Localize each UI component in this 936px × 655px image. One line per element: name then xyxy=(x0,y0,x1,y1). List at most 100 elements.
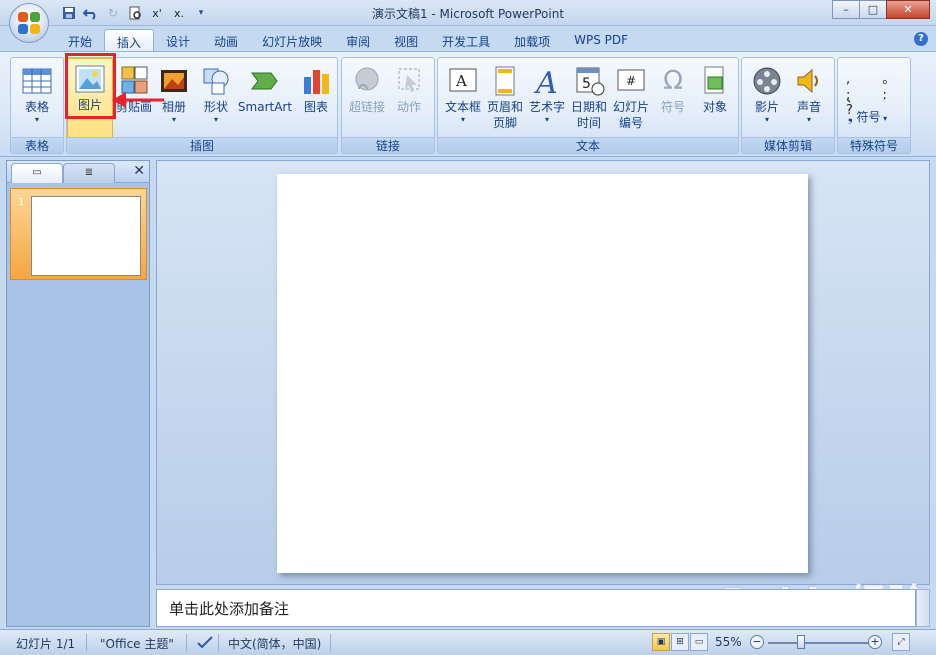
object-icon xyxy=(699,65,731,97)
chevron-down-icon: ▾ xyxy=(806,115,811,124)
tab-design[interactable]: 设计 xyxy=(154,29,202,52)
zoom-out-button[interactable]: − xyxy=(750,635,764,649)
group-label-text: 文本 xyxy=(438,137,738,153)
smartart-label: SmartArt xyxy=(237,100,293,114)
datetime-label-1: 日期和 xyxy=(570,100,607,114)
chevron-down-icon: ▾ xyxy=(171,115,176,124)
object-button[interactable]: 对象 xyxy=(692,61,738,137)
tab-developer[interactable]: 开发工具 xyxy=(430,29,502,52)
chart-button[interactable]: 图表 xyxy=(293,61,339,137)
group-special-symbols: , 。 、 ; : ? ❟ 符号 ▾ 特殊符号 xyxy=(837,57,911,154)
slideshow-view-button[interactable]: ▭ xyxy=(690,633,708,651)
omega-icon: Ω xyxy=(663,66,683,96)
header-footer-label-1: 页眉和 xyxy=(486,100,523,114)
office-logo-icon xyxy=(18,12,40,34)
table-icon xyxy=(21,65,53,97)
header-footer-button[interactable]: 页眉和 页脚 xyxy=(482,61,528,137)
window-title: 演示文稿1 - Microsoft PowerPoint xyxy=(371,7,565,21)
group-label-media: 媒体剪辑 xyxy=(742,137,834,153)
tab-insert[interactable]: 插入 xyxy=(104,29,155,52)
table-button[interactable]: 表格 ▾ xyxy=(14,61,60,137)
normal-view-button[interactable]: ▣ xyxy=(652,633,670,651)
close-button[interactable]: ✕ xyxy=(886,0,930,19)
divider xyxy=(186,634,187,651)
chevron-down-icon: ▾ xyxy=(460,115,465,124)
datetime-button[interactable]: 5 日期和 时间 xyxy=(566,61,612,137)
group-table: 表格 ▾ 表格 xyxy=(10,57,64,154)
slide-thumbnail[interactable] xyxy=(31,196,141,276)
smartart-button[interactable]: SmartArt xyxy=(237,61,293,137)
divider xyxy=(330,634,331,651)
slide-edit-area xyxy=(156,160,930,585)
slides-tab[interactable]: ▭ xyxy=(11,163,63,183)
zoom-slider-track[interactable] xyxy=(768,642,872,644)
wordart-button[interactable]: A 艺术字 ▾ xyxy=(524,61,570,137)
ribbon-tabs: 开始 插入 设计 动画 幻灯片放映 审阅 视图 开发工具 加载项 WPS PDF xyxy=(56,29,640,52)
spellcheck-icon[interactable] xyxy=(196,635,214,652)
fit-window-button[interactable]: ⤢ xyxy=(892,633,910,651)
shapes-label: 形状 xyxy=(203,100,228,114)
help-icon[interactable]: ? xyxy=(914,32,928,46)
textbox-label: 文本框 xyxy=(444,100,481,114)
tab-wps-pdf[interactable]: WPS PDF xyxy=(562,29,640,52)
wordart-icon: A xyxy=(531,65,563,101)
symbol-dropdown-button[interactable]: ❟ 符号 ▾ xyxy=(848,108,887,125)
zoom-level[interactable]: 55% xyxy=(715,635,742,649)
datetime-label-2: 时间 xyxy=(576,116,601,130)
object-label: 对象 xyxy=(702,100,727,114)
symbol-button[interactable]: Ω 符号 xyxy=(650,61,696,137)
tab-animations[interactable]: 动画 xyxy=(202,29,250,52)
maximize-button[interactable]: □ xyxy=(859,0,887,19)
group-label-table: 表格 xyxy=(11,137,63,153)
slide-number: 1 xyxy=(18,197,25,208)
zoom-slider-thumb[interactable] xyxy=(796,635,805,649)
outline-tab[interactable]: ≣ xyxy=(63,163,115,183)
shapes-button[interactable]: 形状 ▾ xyxy=(193,61,239,137)
wordart-label: 艺术字 xyxy=(528,100,565,114)
office-button[interactable] xyxy=(9,3,49,43)
tab-home[interactable]: 开始 xyxy=(56,29,104,52)
calendar-clock-icon: 5 xyxy=(573,65,605,97)
svg-text:5: 5 xyxy=(582,76,591,92)
shapes-icon xyxy=(200,65,232,97)
slide-number-button[interactable]: # 幻灯片 编号 xyxy=(608,61,654,137)
window-controls: – □ ✕ xyxy=(832,0,930,19)
slide-number-label-2: 编号 xyxy=(618,116,643,130)
slide-number-label-1: 幻灯片 xyxy=(612,100,649,114)
ribbon-tab-row: 开始 插入 设计 动画 幻灯片放映 审阅 视图 开发工具 加载项 WPS PDF… xyxy=(0,26,936,52)
notes-scrollbar[interactable] xyxy=(916,589,930,627)
sound-label: 声音 xyxy=(796,100,821,114)
group-label-special: 特殊符号 xyxy=(838,137,910,153)
group-label-illustrations: 插图 xyxy=(67,137,337,153)
status-bar: 幻灯片 1/1 "Office 主题" 中文(简体，中国) ▣ ⊞ ▭ 55% … xyxy=(0,629,936,655)
close-icon[interactable]: ✕ xyxy=(133,163,145,179)
language: 中文(简体，中国) xyxy=(228,637,322,651)
slide-canvas[interactable] xyxy=(277,174,808,573)
slide-sorter-view-button[interactable]: ⊞ xyxy=(671,633,689,651)
tab-addins[interactable]: 加载项 xyxy=(502,29,562,52)
zoom-in-button[interactable]: + xyxy=(868,635,882,649)
movie-button[interactable]: 影片 ▾ xyxy=(744,61,790,137)
chevron-down-icon: ▾ xyxy=(764,115,769,124)
header-footer-label-2: 页脚 xyxy=(492,116,517,130)
tab-slideshow[interactable]: 幻灯片放映 xyxy=(250,29,334,52)
minimize-button[interactable]: – xyxy=(832,0,860,19)
chevron-down-icon: ▾ xyxy=(880,114,888,123)
slide-count: 幻灯片 1/1 xyxy=(16,637,76,651)
film-reel-icon xyxy=(751,65,783,97)
sound-button[interactable]: 声音 ▾ xyxy=(786,61,832,137)
group-media: 影片 ▾ 声音 ▾ 媒体剪辑 xyxy=(741,57,835,154)
hyperlink-button[interactable]: 超链接 xyxy=(344,61,390,137)
tab-review[interactable]: 审阅 xyxy=(334,29,382,52)
textbox-button[interactable]: A 文本框 ▾ xyxy=(440,61,486,137)
thumbnail-list: 1 xyxy=(7,183,149,626)
annotation-arrow-icon xyxy=(112,92,164,108)
chevron-down-icon: ▾ xyxy=(34,115,39,124)
tab-view[interactable]: 视图 xyxy=(382,29,430,52)
smartart-icon xyxy=(249,65,281,97)
highlight-box xyxy=(65,53,116,119)
slide-thumbnail-selected[interactable]: 1 xyxy=(10,188,147,280)
action-button[interactable]: 动作 xyxy=(386,61,432,137)
slides-panel: ▭ ≣ ✕ 1 xyxy=(6,160,150,627)
svg-text:A: A xyxy=(533,66,558,97)
